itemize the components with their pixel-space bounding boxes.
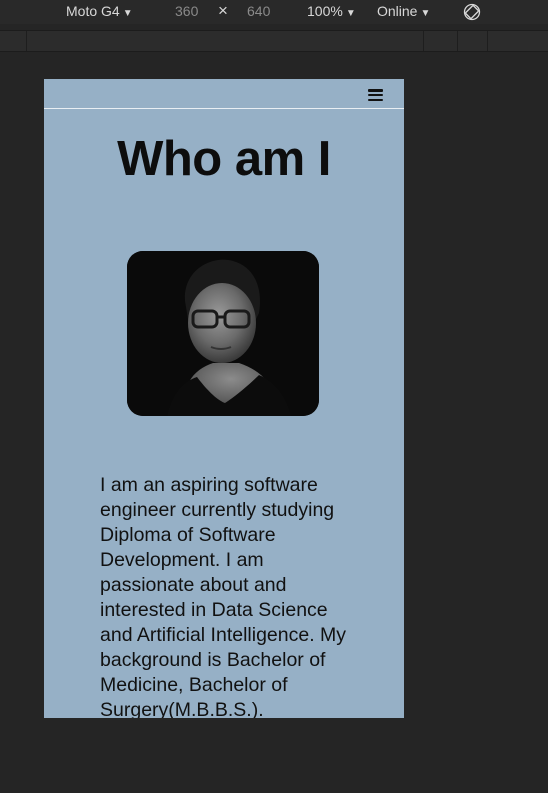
ruler-divider [423,31,424,51]
device-select[interactable]: Moto G4 ▼ [66,3,133,19]
device-caret-icon: ▼ [122,8,133,19]
media-query-ruler [0,30,548,52]
width-input[interactable]: 360 [175,3,198,19]
device-name: Moto G4 [66,3,120,19]
bio-text: I am an aspiring software engineer curre… [100,474,347,718]
zoom-caret-icon: ▼ [345,8,356,19]
network-caret-icon: ▼ [420,8,431,19]
emulated-viewport: Who am I I am an aspiring software engin… [44,79,404,718]
ruler-divider [26,31,27,51]
ruler-divider [487,31,488,51]
network-value: Online [377,3,418,19]
zoom-select[interactable]: 100% ▼ [307,3,356,19]
zoom-value: 100% [307,3,343,19]
dimension-times-icon: × [218,1,228,20]
hamburger-menu-icon[interactable] [368,89,383,102]
profile-photo [127,251,319,416]
network-select[interactable]: Online ▼ [377,3,430,19]
rotate-icon[interactable] [462,2,482,22]
navbar [44,79,404,109]
height-input[interactable]: 640 [247,3,270,19]
ruler-divider [457,31,458,51]
portrait-image [127,251,319,416]
device-toolbar: Moto G4 ▼ 360 × 640 100% ▼ Online ▼ [0,0,548,24]
page-title: Who am I [117,132,331,186]
